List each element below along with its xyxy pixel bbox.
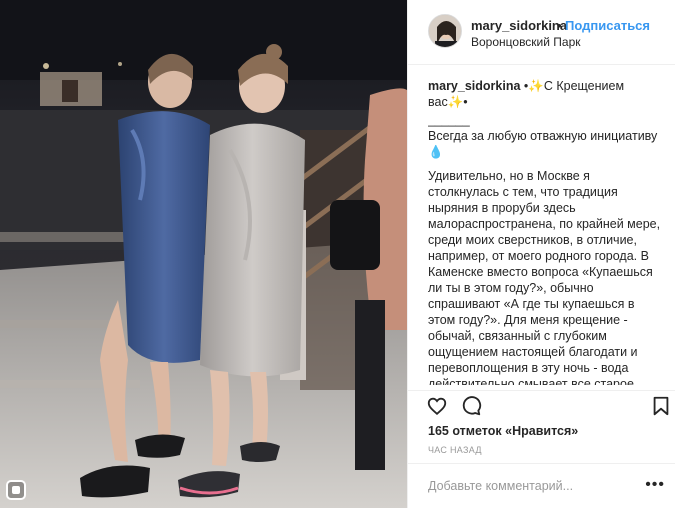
avatar[interactable] xyxy=(428,14,462,48)
caption-body: Удивительно, но в Москве я столкнулась с… xyxy=(428,169,661,385)
avatar-image xyxy=(429,15,461,47)
more-options-icon[interactable]: ••• xyxy=(645,476,665,494)
post-location[interactable]: Воронцовский Парк xyxy=(471,35,581,49)
post-timestamp[interactable]: ЧАС НАЗАД xyxy=(428,445,482,455)
post-panel: mary_sidorkina • Подписаться Воронцовски… xyxy=(407,0,675,508)
caption-subtitle: Всегда за любую отважную инициативу💧 xyxy=(428,129,658,159)
heart-icon[interactable] xyxy=(426,395,448,417)
comment-bar: ••• xyxy=(408,463,675,508)
post-username[interactable]: mary_sidorkina xyxy=(471,18,567,33)
likes-count[interactable]: 165 отметок «Нравится» xyxy=(428,424,578,438)
action-bar xyxy=(408,390,675,421)
photo-image xyxy=(0,0,407,508)
igtv-icon[interactable] xyxy=(6,480,26,500)
follow-button[interactable]: Подписаться xyxy=(565,18,650,33)
header-separator: • xyxy=(557,18,562,33)
post-photo[interactable] xyxy=(0,0,407,508)
caption: mary_sidorkina •✨С Крещением вас✨• _____… xyxy=(428,78,664,385)
post-header: mary_sidorkina • Подписаться Воронцовски… xyxy=(408,0,675,65)
caption-separator: ______ xyxy=(428,113,470,127)
comment-input[interactable] xyxy=(428,476,628,496)
comment-icon[interactable] xyxy=(460,395,482,417)
bookmark-icon[interactable] xyxy=(650,395,672,417)
caption-username[interactable]: mary_sidorkina xyxy=(428,79,520,93)
